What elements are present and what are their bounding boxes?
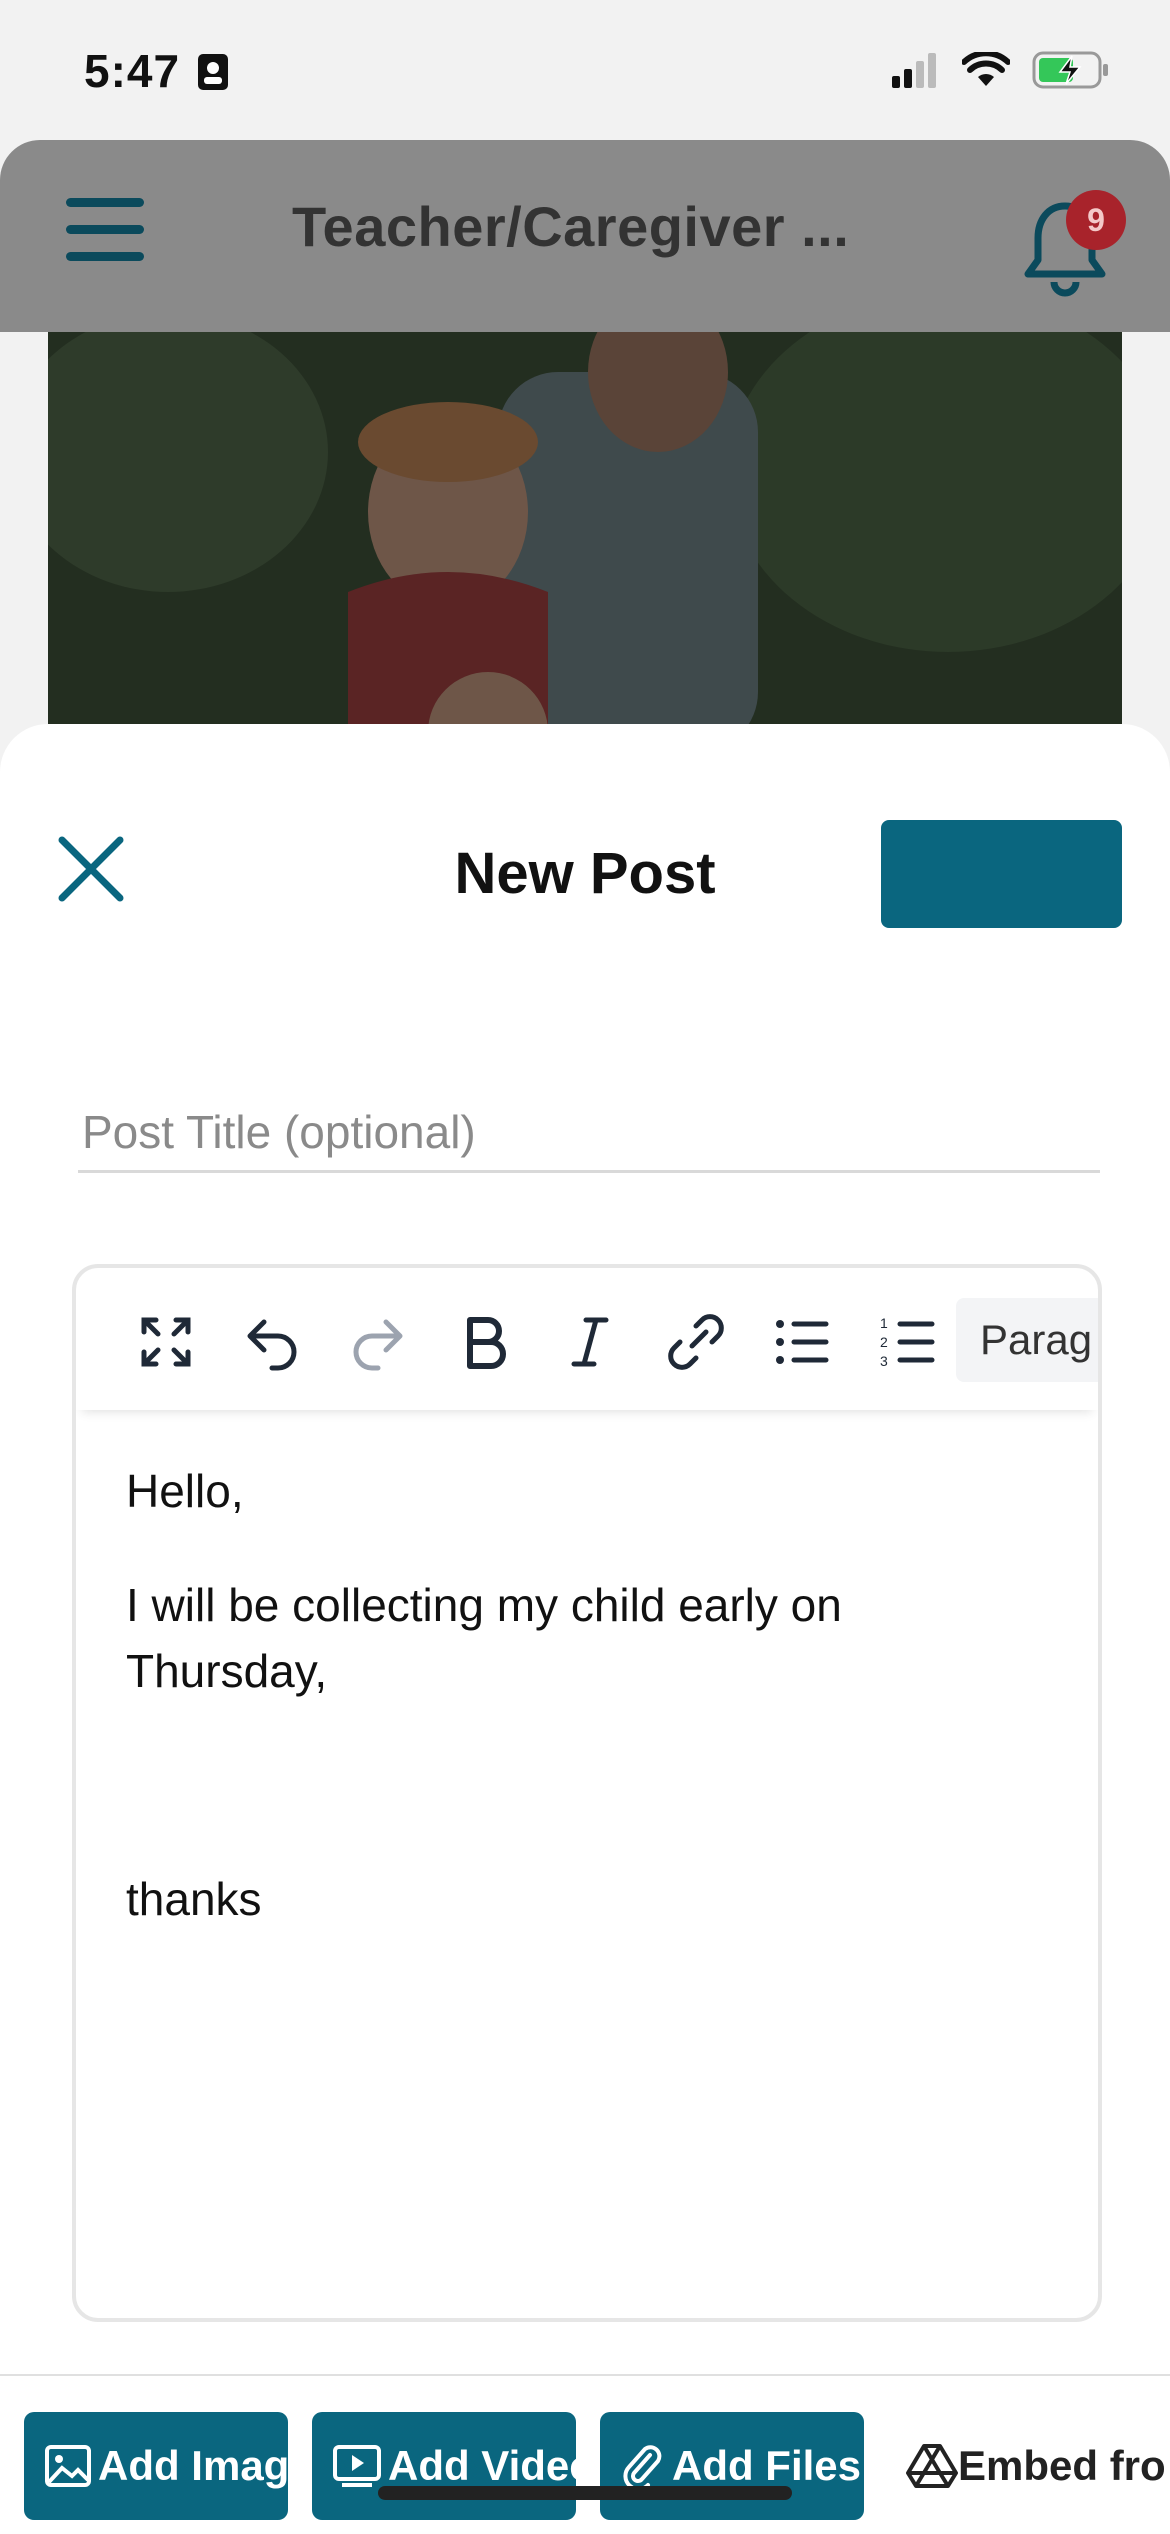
- notifications-bell-icon[interactable]: 9: [1020, 190, 1130, 318]
- add-image-label: Add Imag: [98, 2442, 288, 2489]
- bullet-list-icon[interactable]: [772, 1312, 832, 1372]
- app-title: Teacher/Caregiver ...: [292, 195, 850, 258]
- link-icon[interactable]: [666, 1312, 726, 1372]
- home-indicator: [378, 2486, 792, 2500]
- google-drive-icon: [906, 2444, 958, 2488]
- svg-text:3: 3: [880, 1353, 888, 1369]
- status-bar: 5:47: [0, 0, 1170, 140]
- redo-icon[interactable]: [348, 1312, 408, 1372]
- editor-paragraph: Hello,: [126, 1465, 244, 1517]
- editor-paragraph: I will be collecting my child early on T…: [126, 1579, 842, 1697]
- numbered-list-icon[interactable]: 1 2 3: [878, 1312, 938, 1372]
- editor-paragraph: thanks: [126, 1873, 262, 1925]
- add-files-label: Add Files: [672, 2442, 862, 2489]
- video-icon: [333, 2445, 381, 2487]
- editor-paragraph: [126, 1752, 1046, 1818]
- status-time: 5:47: [84, 45, 181, 97]
- rich-text-editor[interactable]: 1 2 3 Parag Hello, I will be collecting my…: [72, 1264, 1102, 2322]
- add-video-label: Add Video: [388, 2442, 576, 2489]
- editor-toolbar: 1 2 3 Parag: [76, 1268, 1098, 1410]
- post-button[interactable]: [881, 820, 1122, 928]
- italic-icon[interactable]: [560, 1312, 620, 1372]
- battery-charging-icon: [1032, 50, 1110, 95]
- paragraph-format-select[interactable]: Parag: [956, 1298, 1098, 1382]
- add-video-button[interactable]: Add Video: [312, 2412, 576, 2520]
- svg-text:1: 1: [880, 1315, 888, 1331]
- svg-text:2: 2: [880, 1334, 888, 1350]
- add-files-button[interactable]: Add Files: [600, 2412, 864, 2520]
- image-icon: [45, 2445, 91, 2487]
- status-icons: [890, 50, 1110, 95]
- new-post-sheet: New Post Post Title (optional) 1 2 3 Par…: [0, 724, 1170, 2532]
- notification-badge: 9: [1066, 190, 1126, 250]
- cellular-signal-icon: [890, 52, 940, 93]
- post-title-input[interactable]: [78, 1094, 1100, 1173]
- background-photo: [48, 332, 1122, 752]
- wifi-icon: [961, 50, 1011, 93]
- menu-icon[interactable]: [66, 198, 144, 262]
- app-header: Teacher/Caregiver ... 9: [0, 140, 1170, 332]
- embed-label: Embed fro: [958, 2442, 1166, 2489]
- bold-icon[interactable]: [454, 1312, 514, 1372]
- attachment-bar: Add Imag Add Video Add Files Embed fro: [0, 2374, 1170, 2534]
- add-image-button[interactable]: Add Imag: [24, 2412, 288, 2520]
- embed-button[interactable]: Embed fro: [906, 2412, 1170, 2520]
- editor-content[interactable]: Hello, I will be collecting my child ear…: [126, 1458, 1046, 1980]
- fullscreen-icon[interactable]: [136, 1312, 196, 1372]
- id-card-icon: [196, 52, 230, 97]
- undo-icon[interactable]: [242, 1312, 302, 1372]
- paperclip-icon: [623, 2445, 662, 2489]
